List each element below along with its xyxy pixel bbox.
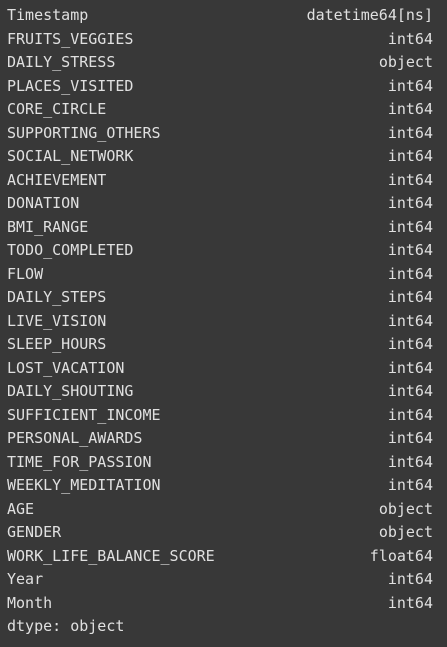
column-name: SUPPORTING_OTHERS (7, 123, 161, 142)
dtype-row: CORE_CIRCLE int64 (7, 98, 433, 122)
column-dtype: int64 (387, 452, 433, 471)
column-dtype: datetime64[ns] (306, 6, 433, 24)
column-name: DAILY_SHOUTING (7, 382, 134, 400)
column-name: WEEKLY_MEDITATION (7, 476, 161, 494)
column-name: PERSONAL_AWARDS (7, 429, 143, 447)
dtype-row: LOST_VACATION int64 (7, 357, 433, 381)
column-name: TIME_FOR_PASSION (7, 452, 152, 471)
dtype-row: PERSONAL_AWARDS int64 (7, 427, 433, 451)
column-name: SLEEP_HOURS (7, 335, 107, 353)
column-dtype: int64 (387, 123, 433, 142)
column-name: PLACES_VISITED (7, 76, 134, 95)
dtype-row: FRUITS_VEGGIES int64 (7, 28, 433, 52)
column-name: LOST_VACATION (7, 358, 125, 377)
column-dtype: int64 (387, 100, 433, 118)
dtype-row: DAILY_STRESS object (7, 51, 433, 75)
dtype-row: LIVE_VISION int64 (7, 310, 433, 334)
column-name: FRUITS_VEGGIES (7, 29, 134, 48)
column-name: FLOW (7, 264, 44, 283)
dtype-row: SOCIAL_NETWORK int64 (7, 145, 433, 169)
dtype-row: PLACES_VISITED int64 (7, 75, 433, 99)
column-dtype: int64 (387, 29, 433, 48)
column-dtype: int64 (387, 429, 433, 447)
dtype-row: Year int64 (7, 568, 433, 592)
dtype-row: Timestamp datetime64[ns] (7, 4, 433, 28)
column-dtype: int64 (387, 358, 433, 377)
column-dtype: int64 (387, 382, 433, 400)
dtype-row: WEEKLY_MEDITATION int64 (7, 474, 433, 498)
dtypes-rows: Timestamp datetime64[ns] FRUITS_VEGGIES int… (7, 4, 433, 615)
column-dtype: int64 (387, 264, 433, 283)
dtype-row: AGE object (7, 498, 433, 522)
column-name: SUFFICIENT_INCOME (7, 405, 161, 424)
column-name: DONATION (7, 194, 80, 212)
dtypes-output: Timestamp datetime64[ns] FRUITS_VEGGIES int… (7, 4, 433, 639)
column-name: BMI_RANGE (7, 217, 89, 236)
dtype-row: FLOW int64 (7, 263, 433, 287)
column-name: Timestamp (7, 6, 89, 24)
dtype-row: SUFFICIENT_INCOME int64 (7, 404, 433, 428)
column-name: WORK_LIFE_BALANCE_SCORE (7, 546, 215, 565)
column-name: TODO_COMPLETED (7, 241, 134, 259)
dtype-row: DONATION int64 (7, 192, 433, 216)
column-name: SOCIAL_NETWORK (7, 147, 134, 165)
column-name: AGE (7, 499, 35, 518)
dtype-row: SLEEP_HOURS int64 (7, 333, 433, 357)
column-name: CORE_CIRCLE (7, 100, 107, 118)
column-dtype: int64 (387, 76, 433, 95)
column-dtype: int64 (387, 288, 433, 306)
column-dtype: int64 (387, 593, 433, 612)
dtype-row: TODO_COMPLETED int64 (7, 239, 433, 263)
column-dtype: int64 (387, 405, 433, 424)
column-dtype: int64 (387, 335, 433, 353)
dtype-row: WORK_LIFE_BALANCE_SCORE float64 (7, 545, 433, 569)
column-dtype: int64 (387, 217, 433, 236)
column-name: DAILY_STEPS (7, 288, 107, 306)
dtype-row: DAILY_SHOUTING int64 (7, 380, 433, 404)
dtype-row: GENDER object (7, 521, 433, 545)
column-dtype: int64 (387, 476, 433, 494)
column-name: GENDER (7, 523, 62, 541)
column-dtype: object (378, 53, 433, 71)
dtype-row: BMI_RANGE int64 (7, 216, 433, 240)
column-name: ACHIEVEMENT (7, 170, 107, 189)
dtype-row: Month int64 (7, 592, 433, 616)
dtype-row: DAILY_STEPS int64 (7, 286, 433, 310)
dtype-footer: dtype: object (7, 617, 125, 635)
column-name: Year (7, 570, 44, 588)
column-dtype: float64 (369, 546, 433, 565)
column-dtype: int64 (387, 170, 433, 189)
column-dtype: int64 (387, 194, 433, 212)
dtype-row: ACHIEVEMENT int64 (7, 169, 433, 193)
column-name: DAILY_STRESS (7, 53, 116, 71)
column-dtype: object (378, 499, 433, 518)
column-name: Month (7, 593, 53, 612)
dtype-row: SUPPORTING_OTHERS int64 (7, 122, 433, 146)
column-dtype: int64 (387, 570, 433, 588)
column-dtype: int64 (387, 311, 433, 330)
column-dtype: int64 (387, 241, 433, 259)
column-name: LIVE_VISION (7, 311, 107, 330)
dtype-row: TIME_FOR_PASSION int64 (7, 451, 433, 475)
column-dtype: int64 (387, 147, 433, 165)
column-dtype: object (378, 523, 433, 541)
